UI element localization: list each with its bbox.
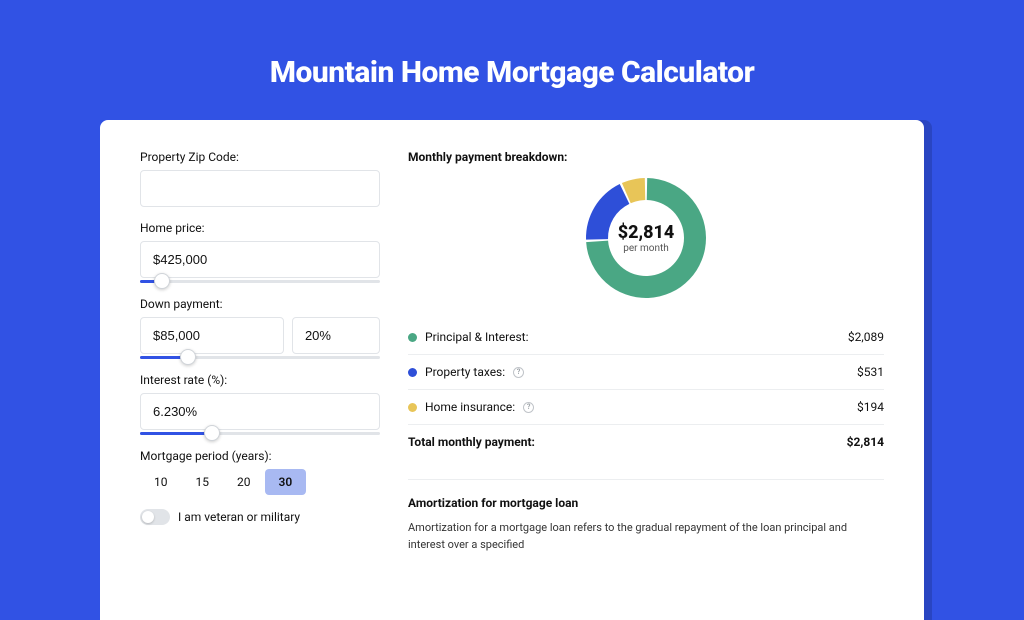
period-options: 10152030 [140,469,380,495]
period-option-30[interactable]: 30 [265,469,307,495]
down-payment-slider[interactable] [140,356,380,359]
info-icon[interactable]: ? [513,367,524,378]
home-price-field-group: Home price: [140,221,380,283]
down-payment-percent-input[interactable] [292,317,380,354]
legend-row: Home insurance:? $194 [408,390,884,425]
amortization-block: Amortization for mortgage loan Amortizat… [408,479,884,553]
donut-center: $2,814 per month [584,176,708,300]
legend-left: Property taxes:? [408,365,524,379]
legend-left: Principal & Interest: [408,330,529,344]
legend-total-value: $2,814 [847,435,884,449]
legend-value: $531 [857,365,884,379]
legend-left: Home insurance:? [408,400,534,414]
legend-label: Home insurance: [425,400,515,414]
interest-field-group: Interest rate (%): [140,373,380,435]
page-title: Mountain Home Mortgage Calculator [0,0,1024,120]
home-price-input[interactable] [140,241,380,278]
interest-slider[interactable] [140,432,380,435]
down-payment-field-group: Down payment: [140,297,380,359]
legend-swatch [408,333,417,342]
home-price-label: Home price: [140,221,380,235]
zip-input[interactable] [140,170,380,207]
period-option-15[interactable]: 15 [182,469,224,495]
legend-swatch [408,403,417,412]
down-payment-amount-input[interactable] [140,317,284,354]
interest-slider-fill [140,432,212,435]
zip-label: Property Zip Code: [140,150,380,164]
legend-value: $194 [857,400,884,414]
zip-field-group: Property Zip Code: [140,150,380,207]
veteran-label: I am veteran or military [178,510,300,524]
donut-wrap: $2,814 per month [408,168,884,320]
donut-chart: $2,814 per month [584,176,708,300]
veteran-toggle-row: I am veteran or military [140,509,380,525]
breakdown-title: Monthly payment breakdown: [408,150,884,164]
period-option-10[interactable]: 10 [140,469,182,495]
legend-label: Principal & Interest: [425,330,529,344]
period-label: Mortgage period (years): [140,449,380,463]
home-price-slider-thumb[interactable] [154,273,170,289]
legend-rows: Principal & Interest: $2,089 Property taxe… [408,320,884,425]
period-field-group: Mortgage period (years): 10152030 [140,449,380,495]
legend-total-label: Total monthly payment: [408,435,535,449]
amortization-text: Amortization for a mortgage loan refers … [408,520,884,553]
legend-label: Property taxes: [425,365,505,379]
inputs-column: Property Zip Code: Home price: Down paym… [140,150,380,620]
veteran-toggle-knob [142,511,154,523]
donut-period: per month [623,243,669,254]
legend-row: Principal & Interest: $2,089 [408,320,884,355]
legend-row: Property taxes:? $531 [408,355,884,390]
amortization-title: Amortization for mortgage loan [408,496,884,510]
down-payment-label: Down payment: [140,297,380,311]
legend-value: $2,089 [848,330,884,344]
down-payment-slider-thumb[interactable] [180,349,196,365]
calculator-card: Property Zip Code: Home price: Down paym… [100,120,924,620]
interest-input[interactable] [140,393,380,430]
home-price-slider[interactable] [140,280,380,283]
donut-amount: $2,814 [618,222,675,243]
veteran-toggle[interactable] [140,509,170,525]
interest-slider-thumb[interactable] [204,425,220,441]
breakdown-column: Monthly payment breakdown: $2,814 per mo… [408,150,884,620]
period-option-20[interactable]: 20 [223,469,265,495]
legend-total-row: Total monthly payment: $2,814 [408,425,884,459]
info-icon[interactable]: ? [523,402,534,413]
legend-swatch [408,368,417,377]
interest-label: Interest rate (%): [140,373,380,387]
